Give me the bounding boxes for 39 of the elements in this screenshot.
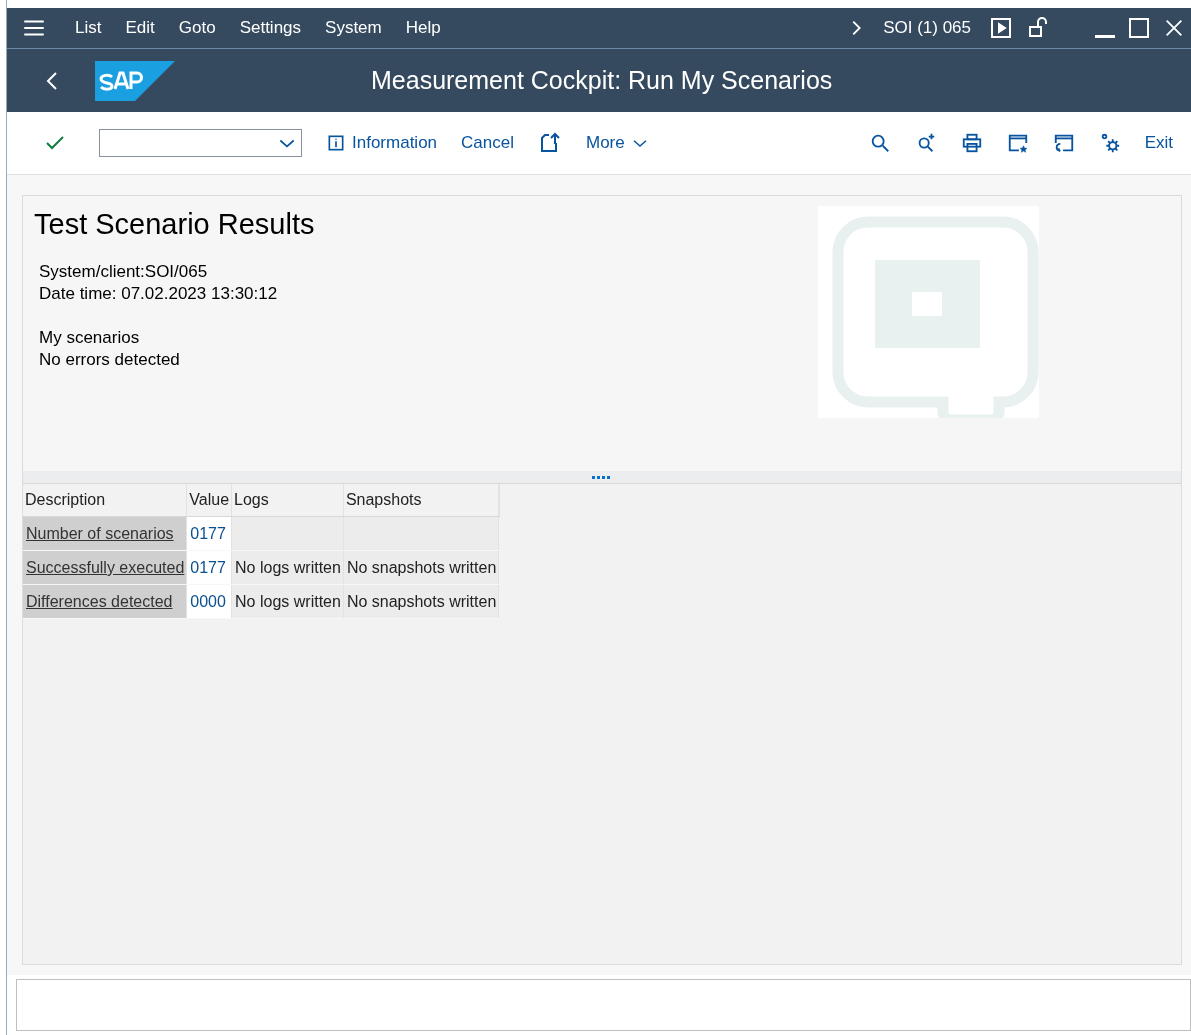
table-cell: No snapshots written xyxy=(343,584,499,619)
window-title: Measurement Cockpit: Run My Scenarios xyxy=(371,66,833,95)
splitter-handle-icon[interactable] xyxy=(592,475,612,479)
session-info: SOI (1) 065 xyxy=(883,18,971,38)
table-cell: 0177 xyxy=(186,550,232,585)
column-header: Snapshots xyxy=(343,484,499,517)
menu-item[interactable]: Goto xyxy=(178,18,216,38)
menu-item[interactable]: List xyxy=(75,18,102,38)
menu-item[interactable]: Edit xyxy=(125,18,155,38)
close-icon xyxy=(1163,17,1185,39)
command-field[interactable] xyxy=(99,129,302,157)
menu-item[interactable]: Settings xyxy=(239,18,302,38)
table-cell: No snapshots written xyxy=(343,550,499,585)
report-line: My scenarios xyxy=(39,327,141,349)
window-star-icon xyxy=(1006,132,1029,154)
report-line: System/client:SOI/065 xyxy=(39,261,209,283)
more-button[interactable]: More xyxy=(573,125,661,161)
table-cell: No logs written xyxy=(231,584,344,619)
table-cell: 0177 xyxy=(186,516,232,551)
column-header: Value xyxy=(186,484,232,517)
toolbar-button[interactable]: Information xyxy=(314,125,450,161)
table-cell: No logs written xyxy=(231,550,344,585)
table-cell: 0000 xyxy=(186,584,232,619)
window-arrow-icon xyxy=(1052,132,1075,154)
maximize-icon xyxy=(1127,16,1151,40)
report-heading: Test Scenario Results xyxy=(34,208,315,241)
column-header: Description xyxy=(23,484,187,517)
toolbar-button[interactable]: Cancel xyxy=(449,125,526,161)
play-icon xyxy=(989,16,1013,40)
info-icon xyxy=(326,133,346,153)
menu-item[interactable]: System xyxy=(325,18,382,38)
exit-button[interactable]: Exit xyxy=(1132,125,1185,161)
report-line: Date time: 07.02.2023 13:30:12 xyxy=(39,283,279,305)
minimize-icon xyxy=(1095,34,1115,38)
report-line: No errors detected xyxy=(39,349,181,371)
menu-item[interactable]: Help xyxy=(405,18,441,38)
logo-icon xyxy=(95,60,175,101)
column-header: Logs xyxy=(231,484,344,517)
printer-icon xyxy=(960,132,983,154)
